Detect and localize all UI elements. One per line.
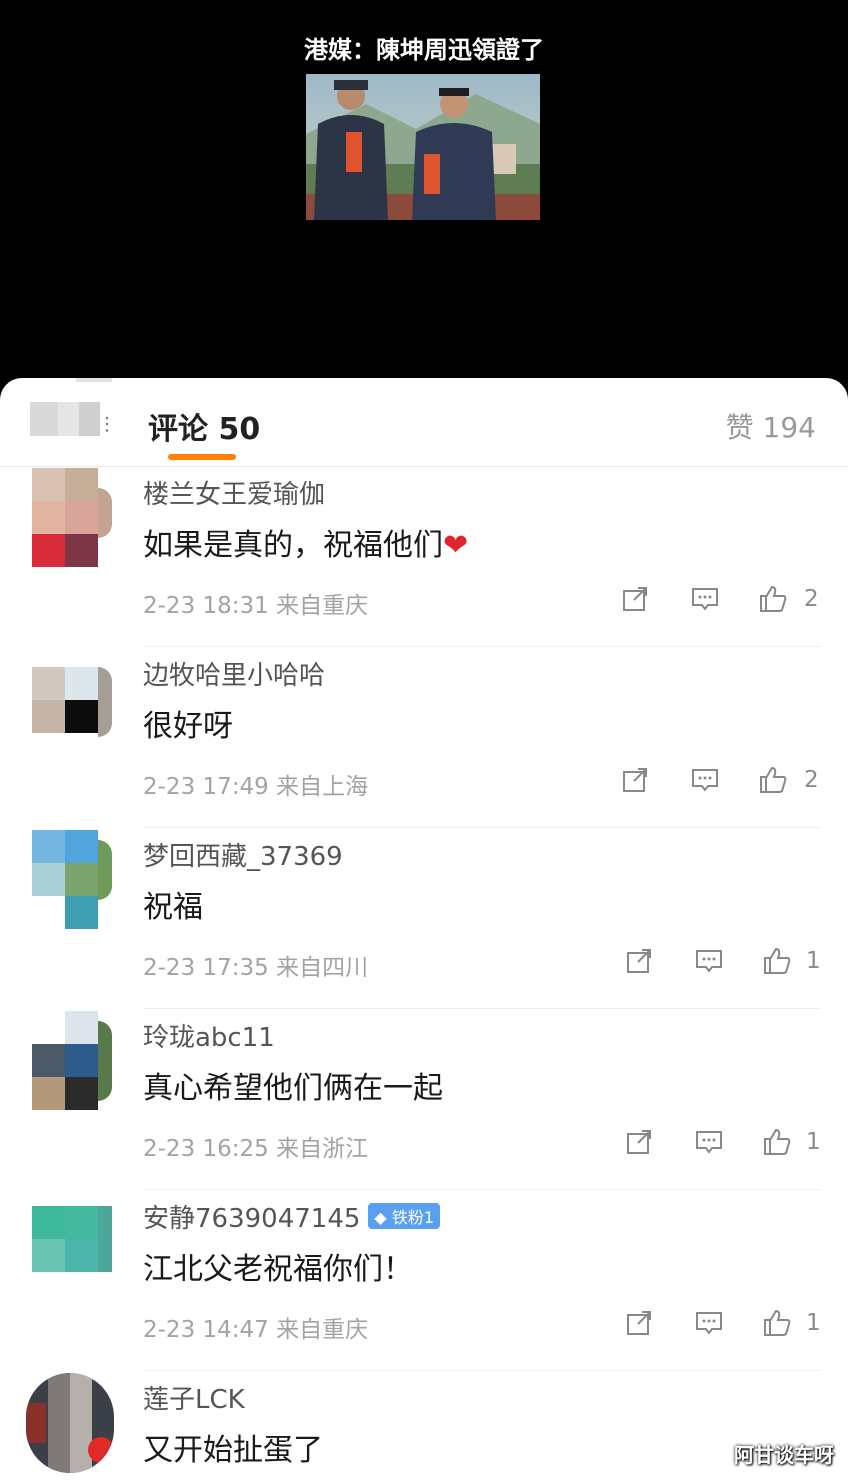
comment-item: 楼兰女王爱瑜伽 如果是真的，祝福他们❤ 2-23 18:31 来自重庆 2: [0, 466, 848, 647]
thumbs-up-icon: [758, 585, 788, 618]
comment-date: 2-23 18:31: [143, 593, 269, 619]
like-count: 1: [806, 948, 821, 974]
avatar[interactable]: [32, 1206, 112, 1276]
comment-date: 2-23 14:47: [143, 1317, 269, 1343]
comment-meta: 2-23 18:31 来自重庆: [143, 586, 368, 620]
comment-item: 边牧哈里小哈哈 很好呀 2-23 17:49 来自上海 2: [0, 647, 848, 828]
fan-badge-label: 铁粉1: [391, 1208, 434, 1227]
share-button[interactable]: [620, 584, 654, 618]
share-icon: [624, 949, 654, 980]
reply-button[interactable]: [690, 584, 724, 618]
tab-bar: ⫶ 评论 50 赞 194: [0, 378, 848, 467]
like-button[interactable]: [758, 584, 792, 618]
comment-location: 来自四川: [276, 955, 369, 981]
video-thumbnail[interactable]: [306, 74, 540, 220]
comment-meta: 2-23 14:47 来自重庆: [143, 1310, 368, 1344]
thumbs-up-icon: [762, 1309, 792, 1342]
comment-item: 莲子LCK 又开始扯蛋了: [0, 1371, 848, 1480]
tab-likes[interactable]: 赞 194: [726, 406, 816, 446]
comment-text: 江北父老祝福你们！: [143, 1252, 413, 1287]
comment-username[interactable]: 莲子LCK: [143, 1379, 245, 1416]
thumbs-up-icon: [758, 766, 788, 799]
like-button[interactable]: [758, 765, 792, 799]
reply-button[interactable]: [694, 1127, 728, 1161]
like-count: 1: [806, 1310, 821, 1336]
active-tab-indicator: [168, 454, 236, 460]
share-icon: [620, 768, 650, 799]
comment-text: 很好呀: [143, 709, 233, 744]
share-button[interactable]: [624, 946, 658, 980]
thumbs-up-icon: [762, 947, 792, 980]
comment-date: 2-23 16:25: [143, 1136, 269, 1162]
comment-sheet: ⫶ 评论 50 赞 194 楼兰女王爱瑜伽 如果是真的，祝福他们❤ 2-23 1…: [0, 378, 848, 1480]
fan-badge: ◆ 铁粉1: [368, 1203, 440, 1229]
reply-button[interactable]: [694, 946, 728, 980]
avatar[interactable]: [32, 830, 112, 930]
comment-meta: 2-23 16:25 来自浙江: [143, 1129, 368, 1163]
comment-icon: [694, 950, 724, 980]
share-button[interactable]: [620, 765, 654, 799]
comment-location: 来自重庆: [276, 1317, 369, 1343]
blurred-area: [76, 378, 112, 382]
share-button[interactable]: [624, 1308, 658, 1342]
comment-text: 祝福: [143, 890, 203, 925]
comment-icon: [690, 769, 720, 799]
comment-username[interactable]: 梦回西藏_37369: [143, 836, 343, 873]
like-count: 1: [806, 1129, 821, 1155]
blurred-tab-mark: ⫶: [104, 414, 110, 439]
comment-date: 2-23 17:35: [143, 955, 269, 981]
comment-location: 来自浙江: [276, 1136, 369, 1162]
comment-text: 真心希望他们俩在一起: [143, 1071, 443, 1106]
reply-button[interactable]: [690, 765, 724, 799]
tab-comments[interactable]: 评论 50: [148, 404, 260, 448]
share-icon: [624, 1130, 654, 1161]
reply-button[interactable]: [694, 1308, 728, 1342]
like-count: 2: [804, 586, 819, 612]
like-button[interactable]: [762, 946, 796, 980]
comment-username[interactable]: 边牧哈里小哈哈: [143, 655, 325, 692]
video-area[interactable]: 港媒：陳坤周迅領證了: [0, 0, 848, 400]
avatar[interactable]: [32, 667, 112, 737]
video-title: 港媒：陳坤周迅領證了: [304, 35, 544, 64]
share-button[interactable]: [624, 1127, 658, 1161]
watermark: 阿甘谈车呀: [734, 1443, 834, 1467]
heart-emoji: ❤: [443, 528, 469, 563]
comment-text: 又开始扯蛋了: [143, 1433, 323, 1468]
comment-location: 来自上海: [276, 774, 369, 800]
comment-icon: [690, 588, 720, 618]
comment-icon: [694, 1131, 724, 1161]
comment-meta: 2-23 17:35 来自四川: [143, 948, 368, 982]
avatar[interactable]: [32, 1011, 112, 1111]
comment-icon: [694, 1312, 724, 1342]
comment-username[interactable]: 玲珑abc11: [143, 1017, 275, 1054]
avatar[interactable]: [32, 468, 112, 568]
like-button[interactable]: [762, 1308, 796, 1342]
comment-text-body: 如果是真的，祝福他们: [143, 528, 443, 563]
share-icon: [620, 587, 650, 618]
blurred-tab[interactable]: [30, 402, 100, 436]
like-count: 2: [804, 767, 819, 793]
comment-item: 玲珑abc11 真心希望他们俩在一起 2-23 16:25 来自浙江 1: [0, 1009, 848, 1190]
username-text: 安静7639047145: [143, 1204, 361, 1234]
like-button[interactable]: [762, 1127, 796, 1161]
comment-username[interactable]: 安静7639047145 ◆ 铁粉1: [143, 1198, 440, 1235]
comment-text: 如果是真的，祝福他们❤: [143, 520, 468, 564]
share-icon: [624, 1311, 654, 1342]
comment-item: 安静7639047145 ◆ 铁粉1 江北父老祝福你们！ 2-23 14:47 来…: [0, 1190, 848, 1371]
comment-location: 来自重庆: [276, 593, 369, 619]
comment-meta: 2-23 17:49 来自上海: [143, 767, 368, 801]
thumbs-up-icon: [762, 1128, 792, 1161]
comment-date: 2-23 17:49: [143, 774, 269, 800]
comment-username[interactable]: 楼兰女王爱瑜伽: [143, 474, 325, 511]
avatar[interactable]: [26, 1373, 114, 1473]
comment-item: 梦回西藏_37369 祝福 2-23 17:35 来自四川 1: [0, 828, 848, 1009]
